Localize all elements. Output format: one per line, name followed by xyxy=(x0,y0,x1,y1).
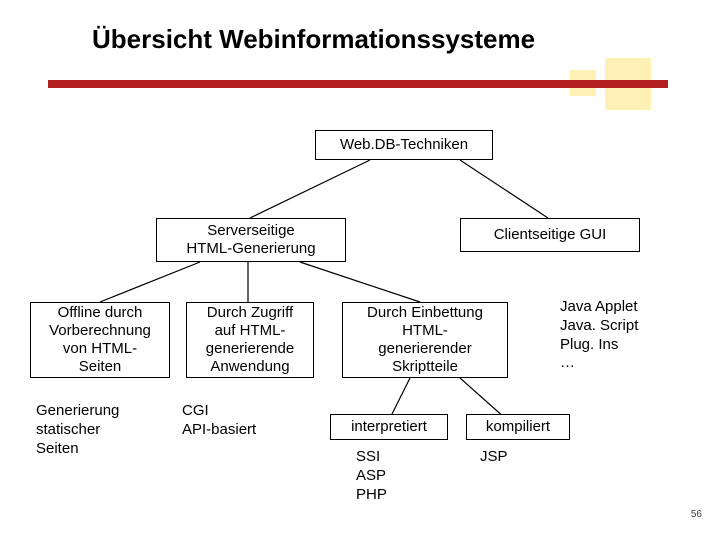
leaf-compiled: kompiliert xyxy=(466,414,570,440)
node-client: Clientseitige GUI xyxy=(460,218,640,252)
leaf-jsp: JSP xyxy=(480,448,508,467)
node-root: Web.DB-Techniken xyxy=(315,130,493,160)
node-zugriff: Durch Zugriff auf HTML- generierende Anw… xyxy=(186,302,314,378)
node-offline: Offline durch Vorberechnung von HTML- Se… xyxy=(30,302,170,378)
node-einbettung: Durch Einbettung HTML- generierender Skr… xyxy=(342,302,508,378)
leaf-ssi: SSI ASP PHP xyxy=(356,448,387,504)
node-server: Serverseitige HTML-Generierung xyxy=(156,218,346,262)
page-number: 56 xyxy=(691,509,702,520)
decor-red-bar xyxy=(48,80,668,88)
leaf-static: Generierung statischer Seiten xyxy=(36,402,119,458)
leaf-interpreted: interpretiert xyxy=(330,414,448,440)
client-list: Java Applet Java. Script Plug. Ins … xyxy=(560,298,638,373)
page-title: Übersicht Webinformationssysteme xyxy=(92,24,535,55)
leaf-cgi: CGI API-basiert xyxy=(182,402,256,440)
